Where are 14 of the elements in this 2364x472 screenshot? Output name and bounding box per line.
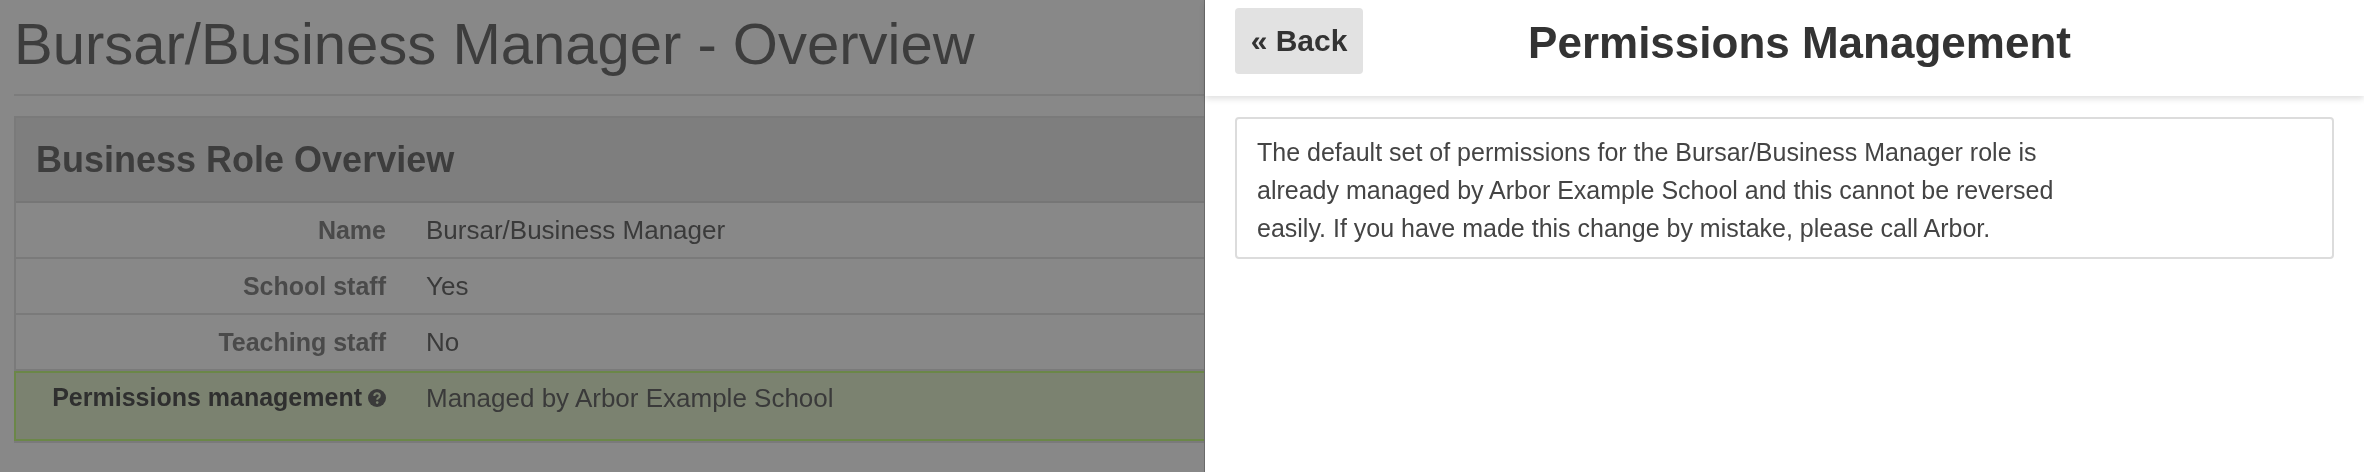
field-label: Name <box>317 215 386 245</box>
field-label: School staff <box>242 271 386 301</box>
page-title: Bursar/Business Manager - Overview <box>14 10 976 78</box>
help-icon[interactable] <box>368 388 386 407</box>
panel-title: Permissions Management <box>1528 18 2071 68</box>
field-value: Managed by Arbor Example School <box>426 383 834 414</box>
field-value: Bursar/Business Manager <box>426 214 726 246</box>
field-label: Teaching staff <box>218 327 386 357</box>
back-button[interactable]: « Back <box>1235 8 1363 74</box>
field-label: Permissions management <box>52 383 362 412</box>
field-value: Yes <box>426 270 469 302</box>
field-value: No <box>426 326 460 358</box>
card-title: Business Role Overview <box>36 138 455 181</box>
message-text: The default set of permissions for the Bursar/Business Manager role is already managed by Arbor Example School and this cannot be reversed easily. If you have made this change by mistake, please call Arbor. <box>1257 137 2055 244</box>
